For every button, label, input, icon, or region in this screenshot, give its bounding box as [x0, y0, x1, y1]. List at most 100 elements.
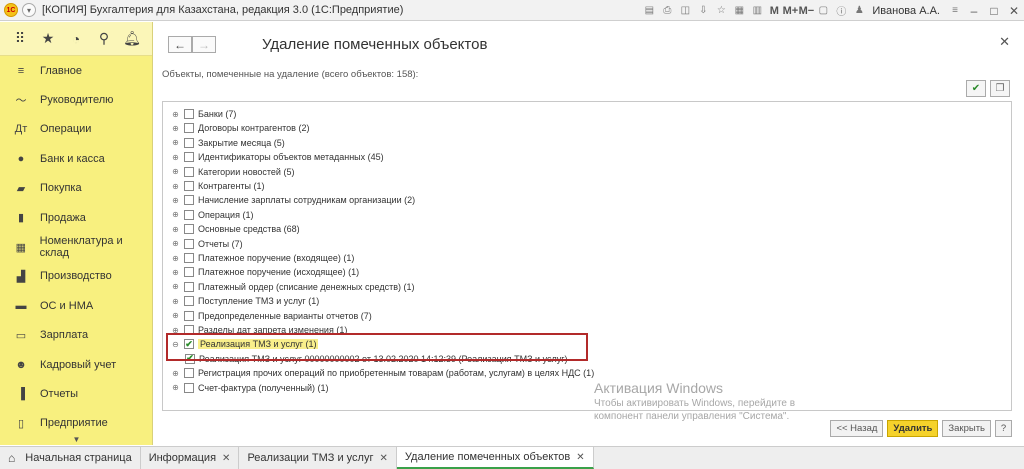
user-name[interactable]: Иванова А.А.	[872, 5, 940, 17]
expand-icon[interactable]: ⊕	[171, 268, 180, 277]
menu-dropdown-icon[interactable]: ▾	[22, 3, 36, 17]
info-icon[interactable]: ⓘ	[833, 3, 849, 19]
row-checkbox[interactable]	[184, 137, 194, 148]
expand-icon[interactable]: ⊕	[171, 182, 180, 191]
sidebar-item-warehouse[interactable]: ▦ Номенклатура и склад	[0, 232, 152, 261]
minimize-icon[interactable]: –	[964, 1, 984, 21]
sidebar-item-sales[interactable]: ▮ Продажа	[0, 203, 152, 232]
tree-row[interactable]: ⊕ Начисление зарплаты сотрудникам организ…	[171, 193, 415, 207]
favorites-star-icon[interactable]: ★	[36, 27, 60, 51]
tree-row[interactable]: ⊕ Основные средства (68)	[171, 222, 300, 236]
settings-menu-icon[interactable]: ≡	[947, 3, 963, 19]
tree-row[interactable]: ⊕ Отчеты (7)	[171, 237, 243, 251]
row-checkbox[interactable]	[184, 238, 194, 249]
expand-icon[interactable]: ⊕	[171, 254, 180, 263]
tree-row[interactable]: ⊕ Платежное поручение (входящее) (1)	[171, 251, 354, 265]
tree-row[interactable]: ⊕ Контрагенты (1)	[171, 179, 265, 193]
row-checkbox[interactable]	[184, 281, 194, 292]
expand-icon[interactable]: ⊕	[171, 110, 180, 119]
close-tab-icon[interactable]: ✕	[380, 453, 388, 464]
apps-grid-icon[interactable]: ⠿	[8, 27, 32, 51]
row-checkbox[interactable]	[184, 209, 194, 220]
tree-row[interactable]: ⊕ Договоры контрагентов (2)	[171, 121, 309, 135]
sidebar-item-purchase[interactable]: ▰ Покупка	[0, 174, 152, 203]
row-checkbox[interactable]	[184, 195, 194, 206]
sidebar-item-bank[interactable]: ● Банк и касса	[0, 144, 152, 173]
row-checkbox[interactable]	[184, 224, 194, 235]
sidebar-item-reports[interactable]: ▐ Отчеты	[0, 379, 152, 408]
tree-row[interactable]: ⊕ Категории новостей (5)	[171, 165, 294, 179]
row-checkbox[interactable]	[184, 109, 194, 119]
search-icon[interactable]: ⚲	[92, 27, 116, 51]
row-checkbox[interactable]	[184, 166, 194, 177]
tree-row[interactable]: ⊕ Счет-фактура (полученный) (1)	[171, 381, 329, 395]
expand-icon[interactable]: ⊕	[171, 138, 180, 147]
check-all-icon[interactable]: ✔	[966, 80, 986, 97]
close-tab-icon[interactable]: ✕	[576, 452, 584, 463]
row-checkbox[interactable]	[184, 152, 194, 163]
row-checkbox[interactable]	[184, 368, 194, 379]
tree-row[interactable]: ⊕ Закрытие месяца (5)	[171, 136, 285, 150]
expand-icon[interactable]: ⊕	[171, 196, 180, 205]
memory-minus-icon[interactable]: M−	[799, 3, 815, 19]
calculator-icon[interactable]: ▦	[731, 3, 747, 19]
tree-row[interactable]: ⊕ Операция (1)	[171, 208, 253, 222]
tab-home[interactable]: ⌂ Начальная страница	[0, 447, 141, 469]
row-checkbox[interactable]	[184, 267, 194, 278]
expand-icon[interactable]: ⊕	[171, 311, 180, 320]
close-window-icon[interactable]: ✕	[1004, 1, 1024, 21]
forward-arrow-icon[interactable]: →	[192, 36, 216, 53]
expand-icon[interactable]: ⊕	[171, 225, 180, 234]
back-button[interactable]: << Назад	[830, 420, 884, 437]
sidebar-item-salary[interactable]: ▭ Зарплата	[0, 321, 152, 350]
expand-icon[interactable]: ⊕	[171, 210, 180, 219]
favorite-icon[interactable]: ☆	[713, 3, 729, 19]
close-form-icon[interactable]: ✕	[999, 34, 1010, 50]
tree-row[interactable]: ⊕ Платежное поручение (исходящее) (1)	[171, 265, 359, 279]
memory-plus-icon[interactable]: M+	[783, 3, 799, 19]
window-icon[interactable]: ▢	[815, 3, 831, 19]
close-tab-icon[interactable]: ✕	[222, 453, 230, 464]
help-button[interactable]: ?	[995, 420, 1012, 437]
link-icon[interactable]: ⇩	[695, 3, 711, 19]
print-icon[interactable]: ⎙	[659, 3, 675, 19]
sidebar-item-assets[interactable]: ▬ ОС и НМА	[0, 291, 152, 320]
row-checkbox[interactable]	[184, 310, 194, 321]
tab-sales-documents[interactable]: Реализации ТМЗ и услуг ✕	[239, 447, 397, 469]
expand-icon[interactable]: ⊕	[171, 239, 180, 248]
row-checkbox[interactable]	[184, 253, 194, 263]
sidebar-item-hr[interactable]: ☻ Кадровый учет	[0, 350, 152, 379]
expand-icon[interactable]: ⊕	[171, 383, 180, 392]
expand-icon[interactable]: ⊕	[171, 282, 180, 291]
save-icon[interactable]: ▤	[641, 3, 657, 19]
copy-icon[interactable]: ❐	[990, 80, 1010, 97]
maximize-icon[interactable]: □	[984, 1, 1004, 21]
expand-icon[interactable]: ⊕	[171, 124, 180, 133]
history-icon[interactable]: ◫	[677, 3, 693, 19]
calendar-icon[interactable]: ▥	[749, 3, 765, 19]
tree-row[interactable]: ⊕ Предопределенные варианты отчетов (7)	[171, 309, 372, 323]
delete-button[interactable]: Удалить	[887, 420, 939, 437]
sidebar-item-manager[interactable]: 〜 Руководителю	[0, 85, 152, 114]
notifications-bell-icon[interactable]: 🔔︎	[120, 27, 144, 51]
sidebar-item-operations[interactable]: Дт Операции	[0, 115, 152, 144]
tree-row[interactable]: ⊕ Платежный ордер (списание денежных сред…	[171, 280, 414, 294]
history-clock-icon[interactable]: ◔	[64, 27, 88, 51]
sidebar-item-production[interactable]: ▟ Производство	[0, 262, 152, 291]
memory-icon[interactable]: M	[767, 3, 781, 19]
row-checkbox[interactable]	[184, 382, 194, 393]
row-checkbox[interactable]	[184, 296, 194, 307]
close-button[interactable]: Закрыть	[942, 420, 991, 437]
tree-row[interactable]: ⊕ Идентификаторы объектов метаданных (45)	[171, 150, 384, 164]
sidebar-item-main[interactable]: ≡ Главное	[0, 56, 152, 85]
expand-icon[interactable]: ⊕	[171, 167, 180, 176]
expand-icon[interactable]: ⊕	[171, 369, 180, 378]
tree-row[interactable]: ⊕ Банки (7)	[171, 107, 236, 121]
tree-row[interactable]: ⊕ Поступление ТМЗ и услуг (1)	[171, 294, 319, 308]
expand-icon[interactable]: ⊕	[171, 297, 180, 306]
scroll-down-icon[interactable]: ▼	[0, 433, 153, 445]
back-arrow-icon[interactable]: ←	[168, 36, 192, 53]
expand-icon[interactable]: ⊕	[171, 153, 180, 162]
tab-delete-marked[interactable]: Удаление помеченных объектов ✕	[396, 447, 594, 469]
row-checkbox[interactable]	[184, 181, 194, 191]
